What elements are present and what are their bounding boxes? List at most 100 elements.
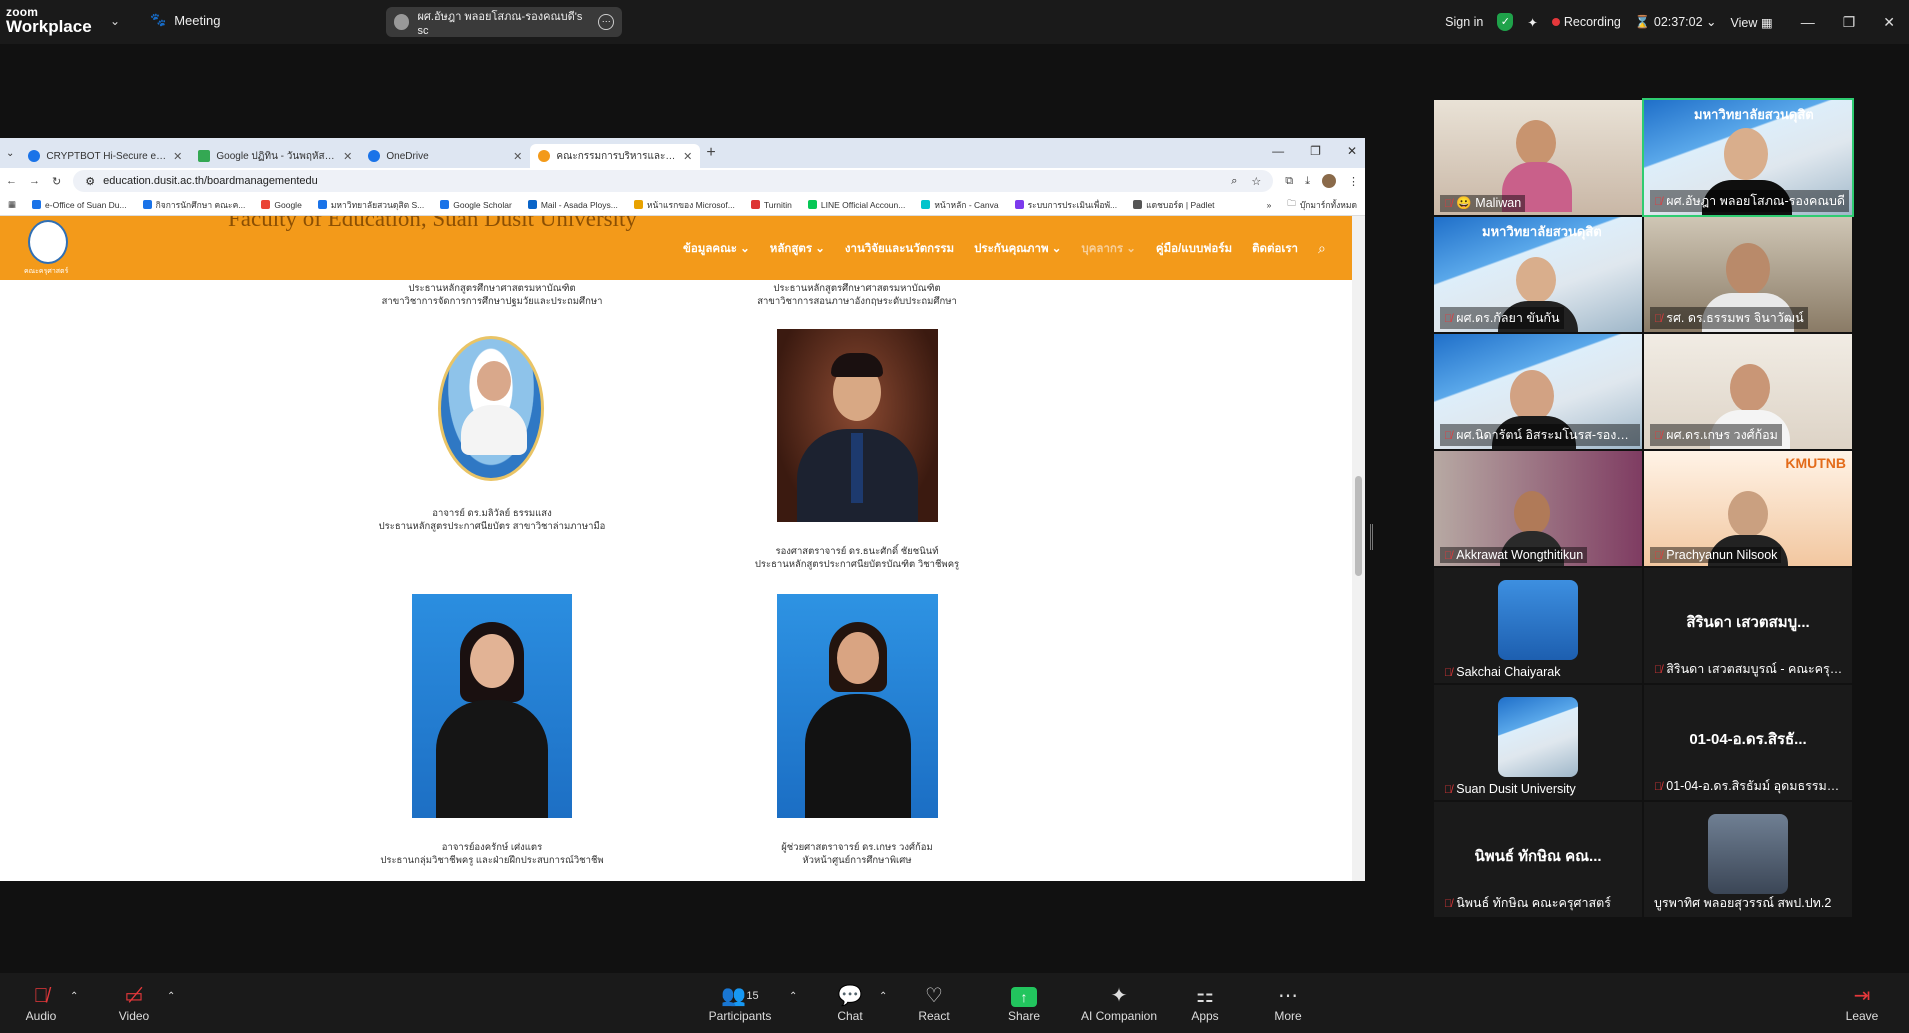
download-icon[interactable]: ⤓ <box>1305 175 1310 188</box>
participant-tile[interactable]: 🎙̸ Sakchai Chaiyarak <box>1434 568 1642 683</box>
participant-tile[interactable]: 🎙̸ รศ. ดร.ธรรมพร จินาวัฒน์ <box>1644 217 1852 332</box>
audio-options-caret-icon[interactable]: ⌃ <box>70 991 78 1002</box>
bookmark[interactable]: Mail - Asada Ploys... <box>527 200 618 210</box>
more-options-icon[interactable]: ⋯ <box>598 14 614 30</box>
participants-button[interactable]: 👥15 Participants <box>705 983 775 1023</box>
bookmark[interactable]: ระบบการประเมินเพื่อพั... <box>1014 198 1117 212</box>
chevron-down-icon[interactable]: ⌄ <box>110 14 120 28</box>
participant-tile-active-speaker[interactable]: มหาวิทยาลัยสวนดุสิต 🎙̸ ผศ.อัษฎา พลอยโสภณ-… <box>1642 98 1854 217</box>
browser-tab[interactable]: OneDrive ✕ <box>360 144 530 168</box>
screen-share-indicator[interactable]: ผศ.อัษฎา พลอยโสภณ-รองคณบดี's sc ⋯ <box>386 7 622 37</box>
more-button[interactable]: ⋯ More <box>1253 983 1323 1023</box>
ai-sparkle-icon[interactable]: ✦ <box>1527 15 1537 30</box>
bookmark[interactable]: หน้าแรกของ Microsof... <box>633 198 735 212</box>
close-icon[interactable]: ✕ <box>1347 144 1357 158</box>
react-button[interactable]: ♡ React <box>899 983 969 1023</box>
bookmark[interactable]: LINE Official Accoun... <box>807 200 905 210</box>
view-button[interactable]: View ▦ <box>1731 15 1773 30</box>
scrollbar-thumb[interactable] <box>1355 476 1362 576</box>
bookmark[interactable]: แดชบอร์ด | Padlet <box>1133 198 1215 212</box>
nav-item-manuals[interactable]: คู่มือ/แบบฟอร์ม <box>1156 240 1232 258</box>
share-button[interactable]: ↑ Share <box>989 983 1059 1023</box>
page-scrollbar[interactable] <box>1352 216 1365 881</box>
participant-name: 🎙̸ Suan Dusit University <box>1444 782 1576 796</box>
bookmark[interactable]: หน้าหลัก - Canva <box>921 198 999 212</box>
mic-off-icon: 🎙̸ <box>1654 196 1663 208</box>
close-tab-icon[interactable]: ✕ <box>513 150 522 163</box>
nav-item-programs[interactable]: หลักสูตร ⌄ <box>770 240 825 258</box>
back-icon[interactable]: ← <box>6 175 17 187</box>
apps-grid-icon[interactable]: ▦ <box>8 199 16 210</box>
close-tab-icon[interactable]: ✕ <box>173 150 182 163</box>
minimize-icon[interactable]: — <box>1801 14 1815 30</box>
url-field[interactable]: ⚙ education.dusit.ac.th/boardmanagemented… <box>73 170 1274 192</box>
restore-icon[interactable]: ❐ <box>1843 14 1856 31</box>
participant-tile[interactable]: มหาวิทยาลัยสวนดุสิต 🎙̸ ผศ.ดร.กัลยา ขันกัน <box>1434 217 1642 332</box>
forward-icon[interactable]: → <box>29 175 40 187</box>
new-tab-icon[interactable]: + <box>706 144 715 162</box>
nav-item-qa[interactable]: ประกันคุณภาพ ⌄ <box>974 240 1061 258</box>
participant-tile[interactable]: 01-04-อ.ดร.สิรธั... 🎙̸ 01-04-อ.ดร.สิรธัมม… <box>1644 685 1852 800</box>
tab-search-icon[interactable]: ⌄ <box>6 148 14 159</box>
all-bookmarks-folder[interactable]: 🗀 บุ๊กมาร์กทั้งหมด <box>1287 198 1357 212</box>
close-icon[interactable]: ✕ <box>1883 14 1895 31</box>
chat-options-caret-icon[interactable]: ⌃ <box>879 991 887 1002</box>
extensions-icon[interactable]: ⧉ <box>1285 175 1293 188</box>
meeting-timer[interactable]: ⌛ 02:37:02 ⌄ <box>1635 14 1717 30</box>
bookmark-star-icon[interactable]: ☆ <box>1251 175 1261 188</box>
ai-companion-button[interactable]: ✦ AI Companion <box>1074 983 1164 1023</box>
nav-item-contact[interactable]: ติดต่อเรา <box>1252 240 1298 258</box>
participant-tile[interactable]: บูรพาทิศ พลอยสุวรรณ์ สพป.ปท.2 <box>1644 802 1852 917</box>
close-tab-icon[interactable]: ✕ <box>683 150 692 163</box>
site-title-faded: Faculty of Education, Suan Dusit Univers… <box>228 216 637 231</box>
video-button[interactable]: ▭̸ Video <box>99 983 169 1023</box>
participant-tile[interactable]: 🎙̸ Suan Dusit University <box>1434 685 1642 800</box>
zoom-icon[interactable]: ⌕ <box>1231 175 1237 188</box>
apps-button[interactable]: ⚏ Apps <box>1170 983 1240 1023</box>
chat-button[interactable]: 💬 Chat <box>815 983 885 1023</box>
reload-icon[interactable]: ↻ <box>52 175 61 188</box>
participant-tile[interactable]: 🎙̸ ผศ.ดร.เกษร วงศ์ก้อม <box>1644 334 1852 449</box>
restore-icon[interactable]: ❐ <box>1310 144 1321 158</box>
minimize-icon[interactable]: — <box>1272 144 1284 158</box>
participant-tile[interactable]: 🎙̸ Akkrawat Wongthitikun <box>1434 451 1642 566</box>
bookmark[interactable]: Turnitin <box>750 200 792 210</box>
site-nav: ข้อมูลคณะ ⌄ หลักสูตร ⌄ งานวิจัยและนวัตกร… <box>683 240 1326 258</box>
participant-tile[interactable]: KMUTNB 🎙̸ Prachyanun Nilsook <box>1644 451 1852 566</box>
participant-name: 🎙̸ 01-04-อ.ดร.สิรธัมม์ อุดมธรรมานุก... <box>1654 779 1850 793</box>
encryption-shield-icon[interactable]: ✓ <box>1497 13 1514 31</box>
faculty-logo[interactable] <box>28 220 68 264</box>
search-icon[interactable]: ⌕ <box>1318 240 1326 258</box>
sign-in-link[interactable]: Sign in <box>1445 15 1483 29</box>
bookmark[interactable]: Google <box>261 200 302 210</box>
profile-avatar[interactable] <box>1322 174 1336 188</box>
video-options-caret-icon[interactable]: ⌃ <box>167 991 175 1002</box>
bookmark[interactable]: กิจการนักศึกษา คณะค... <box>142 198 245 212</box>
nav-item-personnel[interactable]: บุคลากร ⌄ <box>1081 240 1135 258</box>
recording-indicator[interactable]: Recording <box>1551 15 1621 29</box>
site-info-icon[interactable]: ⚙ <box>85 175 95 188</box>
bookmark[interactable]: e-Office of Suan Du... <box>32 200 127 210</box>
participants-options-caret-icon[interactable]: ⌃ <box>789 991 797 1002</box>
bookmark[interactable]: มหาวิทยาลัยสวนดุสิต S... <box>317 198 424 212</box>
browser-menu-icon[interactable]: ⋮ <box>1348 175 1359 188</box>
nav-item-research[interactable]: งานวิจัยและนวัตกรรม <box>845 240 954 258</box>
participant-tile[interactable]: 🎙̸ 😀 Maliwan <box>1434 100 1642 215</box>
leave-button[interactable]: ⇥ Leave <box>1827 983 1897 1023</box>
meeting-menu-button[interactable]: 🐾 Meeting <box>150 12 220 28</box>
more-bookmarks-icon[interactable]: » <box>1267 200 1272 210</box>
browser-tab[interactable]: Google ปฏิทิน - วันพฤหัสบดี, 20 ก✕ <box>190 144 360 168</box>
panel-splitter-handle[interactable] <box>1370 524 1373 550</box>
mic-off-icon: 🎙̸ <box>1444 198 1453 210</box>
browser-tab-active[interactable]: คณะกรรมการบริหารและตำแหน่งทางก✕ <box>530 144 701 168</box>
bookmark-icon <box>1014 200 1024 209</box>
participant-tile[interactable]: สิรินดา เสวตสมบู... 🎙̸ สิรินดา เสวตสมบูรณ… <box>1644 568 1852 683</box>
bookmark[interactable]: Google Scholar <box>440 200 512 210</box>
close-tab-icon[interactable]: ✕ <box>343 150 352 163</box>
browser-tab[interactable]: CRYPTBOT Hi-Secure e-Office✕ <box>20 144 190 168</box>
nav-item-about[interactable]: ข้อมูลคณะ ⌄ <box>683 240 750 258</box>
participant-tile[interactable]: 🎙̸ ผศ.นิดารัตน์ อิสระมโนรส-รองคณบดี <box>1434 334 1642 449</box>
participant-name: 🎙̸ นิพนธ์ ทักษิณ คณะครุศาสตร์ <box>1444 896 1611 910</box>
audio-button[interactable]: 🎙̸ Audio <box>6 983 76 1023</box>
participant-tile[interactable]: นิพนธ์ ทักษิณ คณ... 🎙̸ นิพนธ์ ทักษิณ คณะค… <box>1434 802 1642 917</box>
